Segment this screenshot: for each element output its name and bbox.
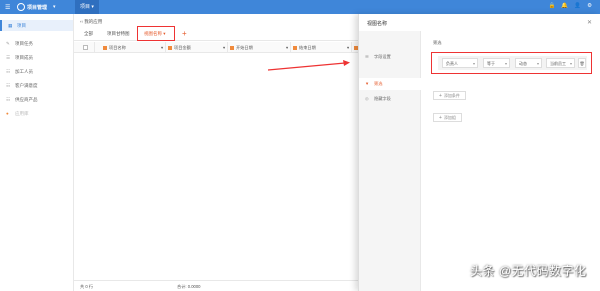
highlight-box-tab (137, 26, 175, 41)
sidebar-item-project-task[interactable]: ✎ 项目任务 (0, 38, 73, 49)
filter-condition-row: 负责人 ▾ 等于 ▾ 动态 ▾ 当前员工 ▾ 🗑 (438, 56, 587, 70)
column-header-name[interactable]: 项目名称 (103, 45, 126, 51)
panel-menu-field-settings[interactable]: ☰ 字段设置 (359, 51, 421, 63)
column-dropdown-icon[interactable]: ▾ (223, 45, 225, 50)
plus-icon: + (439, 115, 442, 121)
filter-icon: ▼ (365, 81, 370, 86)
sidebar: ▦ 项目 ✎ 项目任务 ☰ 项目成员 ☷ 加工人员 ☷ 客户满意度 ☷ 供应商产… (0, 14, 74, 291)
sidebar-item-project-member[interactable]: ☰ 项目成员 (0, 52, 73, 63)
sum-value: 合计: 0.0000 (177, 284, 201, 289)
sidebar-item-worker[interactable]: ☷ 加工人员 (0, 66, 73, 77)
worker-icon: ☷ (6, 69, 11, 74)
column-divider (94, 42, 95, 53)
filter-section-label: 筛选 (433, 40, 442, 45)
hide-icon: ◎ (365, 96, 369, 101)
sidebar-item-label: 供应商产品 (15, 97, 38, 102)
dot-icon: ● (6, 111, 9, 116)
back-link[interactable]: ‹‹ 我的应用 (80, 19, 102, 25)
add-view-button[interactable]: + (182, 29, 187, 38)
panel-body: 筛选 负责人 ▾ 等于 ▾ 动态 ▾ 当前员工 ▾ 🗑 + 添加条件 + 添加组 (421, 31, 600, 291)
condition-value-select[interactable]: 当前员工 ▾ (546, 58, 575, 68)
watermark-text: 头条 @无代码数字化 (470, 264, 587, 278)
select-all-checkbox[interactable] (83, 45, 88, 50)
sidebar-item-label: 项目 (17, 23, 26, 28)
condition-operator-select[interactable]: 等于 ▾ (483, 58, 510, 68)
view-tabs: 全部 项目甘特图 视图名称 ▾ + (74, 28, 364, 41)
sidebar-item-app-library[interactable]: ● 应用库 (0, 108, 73, 119)
sidebar-item-customer[interactable]: ☷ 客户满意度 (0, 80, 73, 91)
user-icon[interactable]: 👤 (574, 3, 581, 9)
panel-menu-filter[interactable]: ▼ 筛选 (359, 78, 421, 90)
column-dropdown-icon[interactable]: ▾ (161, 45, 163, 50)
grid-icon: ▦ (8, 23, 13, 28)
view-settings-panel: 视图名称 ✕ ☰ 字段设置 ▼ 筛选 ◎ 隐藏字段 筛选 负责人 ▾ 等于 ▾ … (358, 14, 600, 291)
column-divider (351, 42, 352, 53)
column-header-start-date[interactable]: 开始日期 (230, 45, 253, 51)
sidebar-item-project[interactable]: ▦ 项目 (0, 20, 73, 31)
chevron-down-icon: ▾ (472, 61, 475, 66)
condition-field-select[interactable]: 负责人 ▾ (442, 58, 478, 68)
app-title[interactable]: 项目管理 (27, 4, 47, 11)
chevron-down-icon: ▾ (569, 61, 572, 66)
column-dropdown-icon[interactable]: ▾ (286, 45, 288, 50)
plus-icon: + (439, 93, 442, 99)
column-divider (290, 42, 291, 53)
module-tab-project[interactable]: 项目 ▾ (75, 0, 99, 14)
panel-menu-hidden-fields[interactable]: ◎ 隐藏字段 (359, 93, 421, 105)
settings-icon[interactable]: ⚙ (587, 3, 592, 9)
sidebar-item-label: 客户满意度 (15, 83, 38, 88)
list-icon: ☰ (365, 54, 369, 59)
table-header: 项目名称 项目金额 开始日期 结束日期 ▾ ▾ ▾ ▾ (74, 42, 364, 53)
chevron-down-icon: ▾ (536, 61, 539, 66)
bell-icon[interactable]: 🔔 (561, 3, 568, 9)
app-switch-caret-icon[interactable]: ▾ (53, 4, 56, 10)
sidebar-item-label: 加工人员 (15, 69, 33, 74)
add-condition-button[interactable]: + 添加条件 (433, 91, 466, 100)
member-icon: ☰ (6, 55, 11, 60)
row-count: 共 0 行 (80, 284, 94, 289)
sidebar-item-label: 项目成员 (15, 55, 33, 60)
app-window: { "topbar": { "menu_icon": "hamburger-ic… (0, 0, 600, 291)
highlight-box-condition: 负责人 ▾ 等于 ▾ 动态 ▾ 当前员工 ▾ 🗑 (431, 52, 592, 74)
column-divider (165, 42, 166, 53)
tab-gantt[interactable]: 项目甘特图 (107, 31, 130, 37)
add-group-button[interactable]: + 添加组 (433, 113, 462, 122)
top-bar: ☰ 项目管理 ▾ 项目 ▾ 🔒 🔔 👤 ⚙ (0, 0, 600, 14)
column-header-amount[interactable]: 项目金额 (168, 45, 191, 51)
supplier-icon: ☷ (6, 97, 11, 102)
close-icon[interactable]: ✕ (587, 19, 592, 26)
lock-icon[interactable]: 🔒 (548, 3, 555, 9)
panel-menu: ☰ 字段设置 ▼ 筛选 ◎ 隐藏字段 (359, 31, 421, 291)
app-logo-icon (17, 3, 25, 11)
main-content: ‹‹ 我的应用 全部 项目甘特图 视图名称 ▾ + 项目名称 项目金额 开始日期… (74, 14, 364, 291)
panel-title: 视图名称 (367, 21, 388, 27)
column-divider (227, 42, 228, 53)
condition-mode-select[interactable]: 动态 ▾ (515, 58, 542, 68)
column-dropdown-icon[interactable]: ▾ (347, 45, 349, 50)
sidebar-item-supplier[interactable]: ☷ 供应商产品 (0, 94, 73, 105)
table-footer: 共 0 行 合计: 0.0000 (74, 280, 364, 291)
sidebar-item-label: 应用库 (15, 111, 29, 116)
column-header-end-date[interactable]: 结束日期 (293, 45, 316, 51)
trash-icon[interactable]: 🗑 (578, 58, 586, 68)
task-icon: ✎ (6, 41, 10, 46)
tab-all[interactable]: 全部 (84, 31, 93, 37)
chevron-down-icon: ▾ (504, 61, 507, 66)
hamburger-icon[interactable]: ☰ (5, 4, 10, 11)
sidebar-item-label: 项目任务 (15, 41, 33, 46)
customer-icon: ☷ (6, 83, 11, 88)
